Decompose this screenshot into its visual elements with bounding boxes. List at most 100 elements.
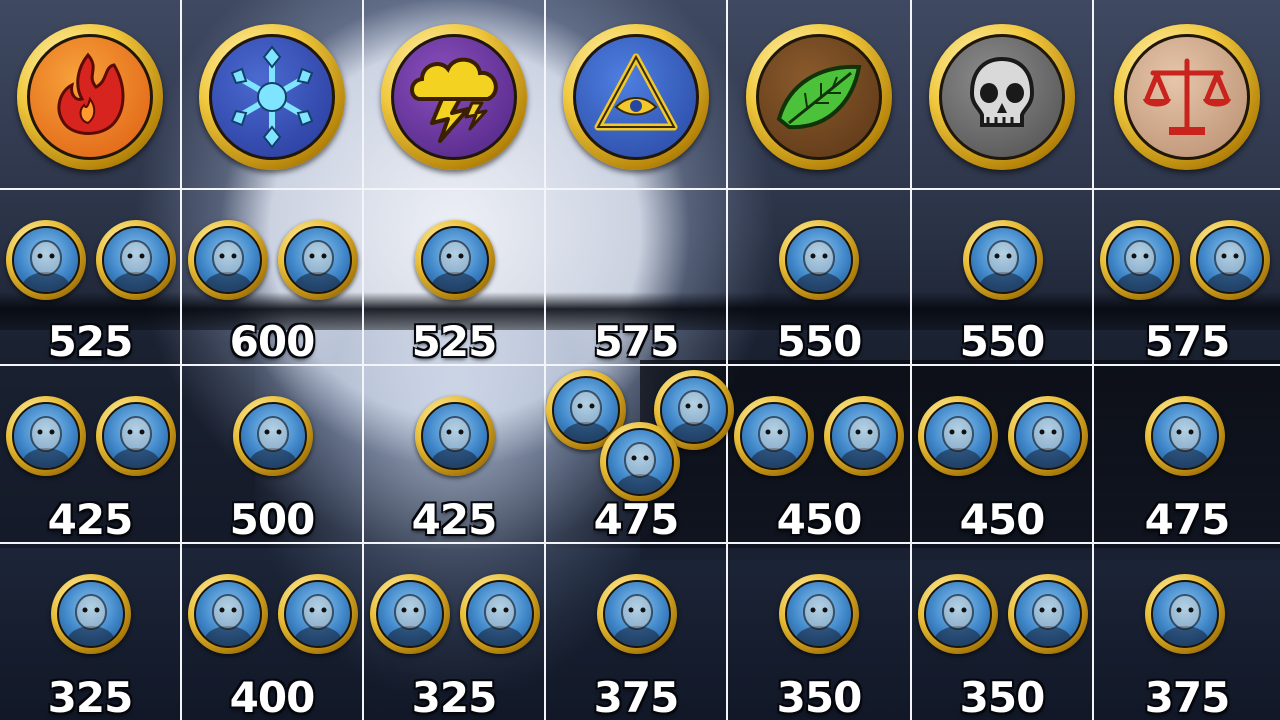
ice-fairy-portrait-icon[interactable] bbox=[278, 574, 358, 654]
school-cell-death bbox=[912, 0, 1094, 190]
portrait-frame bbox=[57, 580, 125, 648]
balance-school-icon[interactable] bbox=[1114, 24, 1260, 170]
portrait-frame bbox=[284, 226, 352, 294]
portrait-frame bbox=[194, 580, 262, 648]
school-cell-fire bbox=[0, 0, 182, 190]
school-cell-balance bbox=[1094, 0, 1280, 190]
hitpoint-cell-death-tier-2: 450 bbox=[912, 366, 1094, 544]
school-icon-face bbox=[756, 34, 882, 160]
orc-warrior-portrait-icon[interactable] bbox=[734, 396, 814, 476]
hitpoint-value: 550 bbox=[776, 317, 863, 366]
portrait-frame bbox=[969, 226, 1037, 294]
school-cell-storm bbox=[364, 0, 546, 190]
portrait-frame bbox=[830, 402, 898, 470]
portrait-frame bbox=[1151, 580, 1219, 648]
bat-demon-portrait-icon[interactable] bbox=[824, 396, 904, 476]
cyclops-portrait-icon[interactable] bbox=[96, 220, 176, 300]
mech-gunner-portrait-icon[interactable] bbox=[233, 396, 313, 476]
gold-dragon-portrait-icon[interactable] bbox=[1008, 396, 1088, 476]
ice-golem-portrait-icon[interactable] bbox=[188, 220, 268, 300]
fire-school-icon[interactable] bbox=[17, 24, 163, 170]
life-school-icon[interactable] bbox=[746, 24, 892, 170]
gladiator-portrait-icon[interactable] bbox=[1190, 220, 1270, 300]
portrait-frame bbox=[1014, 402, 1082, 470]
armored-hippo-portrait-icon[interactable] bbox=[918, 396, 998, 476]
bear-brawler-portrait-icon[interactable] bbox=[1100, 220, 1180, 300]
hitpoint-cell-ice-tier-1: 600 bbox=[182, 190, 364, 366]
portrait-frame bbox=[421, 402, 489, 470]
portrait-frame bbox=[12, 402, 80, 470]
eye-triangle-icon bbox=[594, 53, 678, 131]
wolf-storm-portrait-icon[interactable] bbox=[415, 220, 495, 300]
hitpoint-value: 350 bbox=[959, 673, 1046, 720]
bear-pirate-portrait-icon[interactable] bbox=[6, 396, 86, 476]
skeleton-warrior-portrait-icon[interactable] bbox=[963, 220, 1043, 300]
hitpoint-cell-death-tier-1: 550 bbox=[912, 190, 1094, 366]
hitpoint-cell-myth-tier-2: 475 bbox=[546, 366, 734, 544]
portrait-frame bbox=[12, 226, 80, 294]
hitpoint-cell-ice-tier-3: 400 bbox=[182, 544, 364, 720]
portrait-frame bbox=[740, 402, 808, 470]
hitpoint-value: 575 bbox=[593, 317, 680, 366]
hitpoint-value: 525 bbox=[47, 317, 134, 366]
school-icon-face bbox=[939, 34, 1065, 160]
portrait-frame bbox=[466, 580, 534, 648]
hooded-bear-portrait-icon[interactable] bbox=[597, 574, 677, 654]
school-icon-face bbox=[1124, 34, 1250, 160]
goblin-wizard-portrait-icon[interactable] bbox=[460, 574, 540, 654]
hitpoint-value: 425 bbox=[411, 495, 498, 544]
myth-school-icon[interactable] bbox=[563, 24, 709, 170]
death-school-icon[interactable] bbox=[929, 24, 1075, 170]
portrait-frame bbox=[785, 580, 853, 648]
flame-icon bbox=[57, 52, 125, 135]
school-icon-face bbox=[209, 34, 335, 160]
portrait-frame bbox=[1151, 402, 1219, 470]
pixie-portrait-icon[interactable] bbox=[779, 574, 859, 654]
dark-bear-portrait-icon[interactable] bbox=[918, 574, 998, 654]
hitpoint-cell-death-tier-3: 350 bbox=[912, 544, 1094, 720]
portrait-frame bbox=[606, 428, 674, 496]
fairy-queen-portrait-icon[interactable] bbox=[1145, 574, 1225, 654]
ice-school-icon[interactable] bbox=[199, 24, 345, 170]
hitpoint-value: 375 bbox=[593, 673, 680, 720]
hitpoint-value: 450 bbox=[959, 495, 1046, 544]
portrait-frame bbox=[376, 580, 444, 648]
hitpoint-cell-storm-tier-3: 325 bbox=[364, 544, 546, 720]
school-icon-face bbox=[27, 34, 153, 160]
hitpoint-cell-life-tier-1: 550 bbox=[728, 190, 912, 366]
snowflake-icon bbox=[230, 45, 314, 149]
school-icon-face bbox=[391, 34, 517, 160]
hitpoint-value: 425 bbox=[47, 495, 134, 544]
portrait-frame bbox=[785, 226, 853, 294]
undead-maiden-portrait-icon[interactable] bbox=[1008, 574, 1088, 654]
green-troll-portrait-icon[interactable] bbox=[779, 220, 859, 300]
rat-mage-portrait-icon[interactable] bbox=[370, 574, 450, 654]
hitpoint-cell-balance-tier-2: 475 bbox=[1094, 366, 1280, 544]
minotaur-portrait-icon[interactable] bbox=[96, 396, 176, 476]
hitpoint-cell-balance-tier-1: 575 bbox=[1094, 190, 1280, 366]
hitpoint-cell-myth-tier-3: 375 bbox=[546, 544, 728, 720]
hitpoint-cell-storm-tier-2: 425 bbox=[364, 366, 546, 544]
scales-icon bbox=[1143, 58, 1231, 135]
portrait-frame bbox=[194, 226, 262, 294]
mech-scout-portrait-icon[interactable] bbox=[415, 396, 495, 476]
storm-school-icon[interactable] bbox=[381, 24, 527, 170]
hitpoint-value: 350 bbox=[776, 673, 863, 720]
skull-icon bbox=[969, 56, 1035, 127]
hitpoint-value: 325 bbox=[47, 673, 134, 720]
hitpoint-value: 450 bbox=[776, 495, 863, 544]
kraken-portrait-icon[interactable] bbox=[1145, 396, 1225, 476]
frog-mage-portrait-icon[interactable] bbox=[600, 422, 680, 502]
hitpoint-cell-fire-tier-1: 525 bbox=[0, 190, 182, 366]
wolf-warrior-portrait-icon[interactable] bbox=[278, 220, 358, 300]
school-cell-ice bbox=[182, 0, 364, 190]
dark-knight-portrait-icon[interactable] bbox=[6, 220, 86, 300]
portrait-frame bbox=[284, 580, 352, 648]
ice-elf-portrait-icon[interactable] bbox=[188, 574, 268, 654]
hitpoint-value: 475 bbox=[1144, 495, 1231, 544]
elf-boy-portrait-icon[interactable] bbox=[51, 574, 131, 654]
school-cell-life bbox=[728, 0, 912, 190]
hitpoint-value: 525 bbox=[411, 317, 498, 366]
hitpoint-value: 325 bbox=[411, 673, 498, 720]
portrait-frame bbox=[421, 226, 489, 294]
